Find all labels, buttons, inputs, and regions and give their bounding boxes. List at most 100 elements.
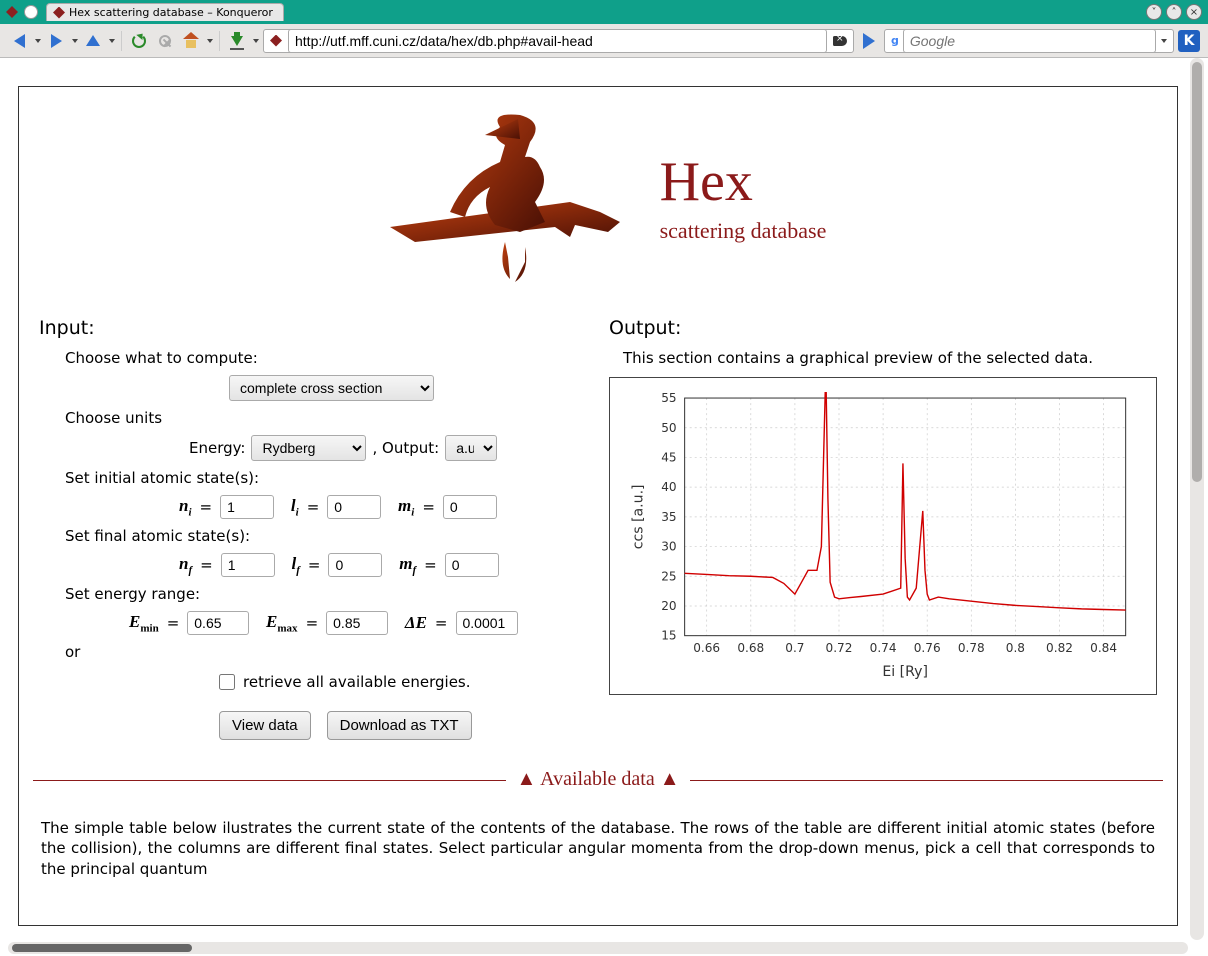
compute-label: Choose what to compute:	[65, 349, 579, 367]
page-title: Hex	[660, 150, 827, 214]
svg-text:Ei [Ry]: Ei [Ry]	[882, 664, 928, 680]
or-label: or	[65, 643, 579, 661]
minimize-button[interactable]: ˅	[1146, 4, 1162, 20]
compute-select[interactable]: complete cross section	[229, 375, 434, 401]
svg-text:0.74: 0.74	[870, 641, 897, 655]
cross-section-chart: 0.66 0.68 0.7 0.72 0.74 0.76 0.78 0.8 0.82 0.84 15…	[620, 392, 1146, 684]
scrollbar-thumb[interactable]	[12, 944, 192, 952]
svg-text:30: 30	[661, 540, 676, 554]
go-button[interactable]	[858, 30, 880, 52]
search-input[interactable]	[903, 29, 1156, 53]
page-viewport: Hex scattering database Input: Choose wh…	[0, 58, 1208, 956]
energy-unit-select[interactable]: Rydberg	[251, 435, 366, 461]
svg-text:0.8: 0.8	[1006, 641, 1025, 655]
scrollbar-thumb[interactable]	[1192, 62, 1202, 482]
tab-favicon	[53, 7, 65, 19]
svg-text:25: 25	[661, 569, 676, 583]
browser-tab[interactable]: Hex scattering database – Konqueror	[46, 3, 284, 21]
stop-button[interactable]	[154, 30, 176, 52]
available-data-divider: ▲ Available data ▲	[33, 780, 1163, 804]
witch-logo-image	[370, 107, 630, 287]
svg-text:20: 20	[661, 599, 676, 613]
svg-text:0.68: 0.68	[737, 641, 764, 655]
svg-text:15: 15	[661, 629, 676, 643]
search-engine-dropdown[interactable]	[1161, 39, 1167, 43]
download-button[interactable]	[226, 30, 248, 52]
up-history-dropdown[interactable]	[109, 39, 115, 43]
download-txt-button[interactable]: Download as TXT	[327, 711, 472, 740]
retrieve-all-label: retrieve all available energies.	[243, 673, 471, 691]
back-history-dropdown[interactable]	[35, 39, 41, 43]
close-button[interactable]: ×	[1186, 4, 1202, 20]
available-data-heading[interactable]: ▲ Available data ▲	[506, 768, 689, 790]
initial-state-label: Set initial atomic state(s):	[65, 469, 579, 487]
arrow-left-icon	[14, 34, 25, 48]
output-description: This section contains a graphical previe…	[623, 349, 1157, 367]
browser-toolbar: g K	[0, 24, 1208, 58]
tab-title: Hex scattering database – Konqueror	[69, 6, 273, 19]
download-icon	[231, 36, 243, 46]
input-heading: Input:	[39, 317, 579, 339]
retrieve-all-checkbox[interactable]	[219, 674, 235, 690]
energy-label: Energy:	[189, 439, 245, 457]
emin-input[interactable]	[187, 611, 249, 635]
forward-history-dropdown[interactable]	[72, 39, 78, 43]
chart-container: 0.66 0.68 0.7 0.72 0.74 0.76 0.78 0.8 0.82 0.84 15…	[609, 377, 1157, 695]
svg-text:50: 50	[661, 421, 676, 435]
maximize-button[interactable]: ˄	[1166, 4, 1182, 20]
reload-button[interactable]	[128, 30, 150, 52]
back-button[interactable]	[8, 30, 30, 52]
horizontal-scrollbar[interactable]	[8, 942, 1188, 954]
page-content: Hex scattering database Input: Choose wh…	[18, 86, 1178, 926]
arrow-up-icon	[86, 35, 100, 46]
emax-input[interactable]	[326, 611, 388, 635]
home-button[interactable]	[180, 30, 202, 52]
clear-url-icon[interactable]	[833, 36, 847, 46]
vertical-scrollbar[interactable]	[1190, 58, 1204, 940]
search-bar[interactable]: g	[884, 29, 1174, 53]
svg-text:0.78: 0.78	[958, 641, 985, 655]
nf-input[interactable]	[221, 553, 275, 577]
svg-text:0.82: 0.82	[1046, 641, 1073, 655]
svg-text:0.7: 0.7	[785, 641, 804, 655]
final-state-label: Set final atomic state(s):	[65, 527, 579, 545]
window-icon	[24, 5, 38, 19]
mf-input[interactable]	[445, 553, 499, 577]
output-heading: Output:	[609, 317, 1157, 339]
forward-button[interactable]	[45, 30, 67, 52]
mi-input[interactable]	[443, 495, 497, 519]
output-unit-select[interactable]: a.u.	[445, 435, 497, 461]
available-data-text: The simple table below ilustrates the cu…	[29, 814, 1167, 883]
window-titlebar: Hex scattering database – Konqueror ˅ ˄ …	[0, 0, 1208, 24]
svg-text:35: 35	[661, 510, 676, 524]
url-favicon	[270, 35, 282, 47]
view-data-button[interactable]: View data	[219, 711, 311, 740]
de-input[interactable]	[456, 611, 518, 635]
arrow-right-icon	[51, 34, 62, 48]
go-icon	[863, 33, 875, 49]
url-bar[interactable]	[263, 29, 854, 53]
kde-logo-icon[interactable]: K	[1178, 30, 1200, 52]
download-dropdown[interactable]	[253, 39, 259, 43]
up-button[interactable]	[82, 30, 104, 52]
page-subtitle: scattering database	[660, 218, 827, 244]
svg-text:0.66: 0.66	[693, 641, 720, 655]
ni-input[interactable]	[220, 495, 274, 519]
energy-range-label: Set energy range:	[65, 585, 579, 603]
svg-text:45: 45	[661, 450, 676, 464]
home-dropdown[interactable]	[207, 39, 213, 43]
svg-text:55: 55	[661, 392, 676, 405]
svg-text:0.72: 0.72	[826, 641, 853, 655]
svg-text:0.84: 0.84	[1090, 641, 1117, 655]
lf-input[interactable]	[328, 553, 382, 577]
li-input[interactable]	[327, 495, 381, 519]
svg-text:ccs [a.u.]: ccs [a.u.]	[630, 484, 646, 549]
svg-text:0.76: 0.76	[914, 641, 941, 655]
output-unit-label: , Output:	[372, 439, 439, 457]
google-logo-icon: g	[891, 34, 899, 47]
app-menu-icon[interactable]	[6, 6, 18, 18]
url-input[interactable]	[288, 29, 827, 53]
stop-icon	[159, 35, 171, 47]
reload-icon	[132, 34, 146, 48]
units-label: Choose units	[65, 409, 579, 427]
